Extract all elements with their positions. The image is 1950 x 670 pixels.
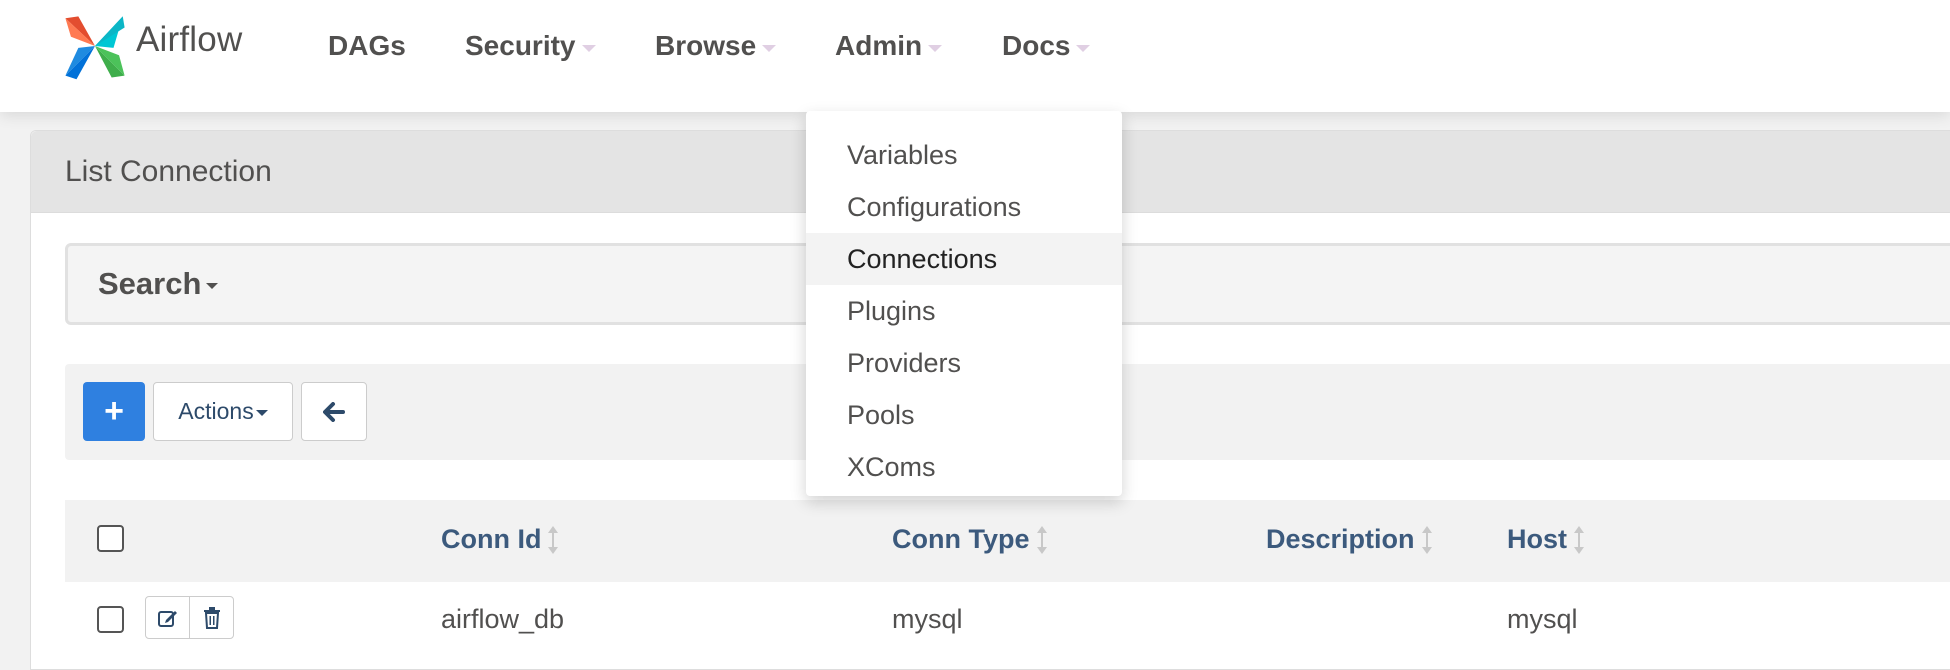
menu-item-pools[interactable]: Pools (806, 389, 1122, 441)
plus-icon: + (104, 392, 124, 430)
nav-admin-label: Admin (835, 30, 923, 61)
menu-item-plugins[interactable]: Plugins (806, 285, 1122, 337)
nav-browse[interactable]: Browse (655, 30, 777, 62)
nav-security[interactable]: Security (465, 30, 596, 62)
caret-down-icon (762, 44, 777, 52)
actions-label: Actions (178, 398, 254, 424)
page-title: List Connection (65, 154, 272, 188)
menu-item-variables[interactable]: Variables (806, 129, 1122, 181)
airflow-logo-icon (65, 16, 125, 80)
brand-link[interactable]: Airflow (58, 8, 242, 84)
nav-security-label: Security (465, 30, 576, 61)
sort-icon (548, 525, 559, 554)
column-header-host[interactable]: Host (1507, 524, 1585, 555)
caret-down-icon (255, 410, 268, 416)
trash-icon (203, 606, 220, 629)
edit-icon (157, 610, 177, 627)
caret-down-icon (1076, 44, 1091, 52)
nav-browse-label: Browse (655, 30, 757, 61)
caret-down-icon (206, 283, 219, 289)
cell-host: mysql (1507, 604, 1578, 634)
nav-admin[interactable]: Admin (835, 30, 943, 62)
menu-item-configurations[interactable]: Configurations (806, 181, 1122, 233)
column-header-conn-type[interactable]: Conn Type (892, 524, 1048, 555)
cell-conn-id: airflow_db (441, 604, 565, 634)
column-header-description[interactable]: Description (1266, 524, 1433, 555)
sort-icon (1421, 525, 1432, 554)
column-label: Host (1507, 524, 1567, 554)
table-header-row: Conn Id Conn Type Description Host (65, 500, 1950, 582)
cell-conn-type: mysql (892, 604, 963, 634)
nav-docs-label: Docs (1002, 30, 1071, 61)
top-navbar: Airflow DAGs Security Browse Admin Docs (0, 0, 1950, 112)
row-checkbox[interactable] (97, 606, 124, 633)
table-row: airflow_db mysql mysql (65, 582, 1950, 662)
caret-down-icon (581, 44, 596, 52)
brand-name: Airflow (136, 20, 243, 59)
arrow-left-icon (323, 401, 345, 422)
menu-item-connections[interactable]: Connections (806, 233, 1122, 285)
caret-down-icon (928, 44, 943, 52)
sort-icon (1036, 525, 1047, 554)
menu-item-providers[interactable]: Providers (806, 337, 1122, 389)
edit-button[interactable] (145, 596, 190, 639)
sort-icon (1574, 525, 1584, 554)
nav-docs[interactable]: Docs (1002, 30, 1091, 62)
nav-dags[interactable]: DAGs (328, 30, 406, 62)
column-label: Conn Id (441, 524, 542, 554)
column-header-conn-id[interactable]: Conn Id (441, 524, 559, 555)
nav-dags-label: DAGs (328, 30, 406, 61)
column-label: Conn Type (892, 524, 1030, 554)
menu-item-xcoms[interactable]: XComs (806, 441, 1122, 493)
actions-dropdown-button[interactable]: Actions (153, 382, 293, 441)
column-label: Description (1266, 524, 1415, 554)
add-record-button[interactable]: + (83, 382, 145, 441)
admin-dropdown-menu: Variables Configurations Connections Plu… (806, 111, 1122, 496)
select-all-checkbox[interactable] (97, 525, 124, 552)
search-label: Search (98, 266, 202, 301)
back-button[interactable] (301, 382, 367, 441)
delete-button[interactable] (189, 596, 234, 639)
